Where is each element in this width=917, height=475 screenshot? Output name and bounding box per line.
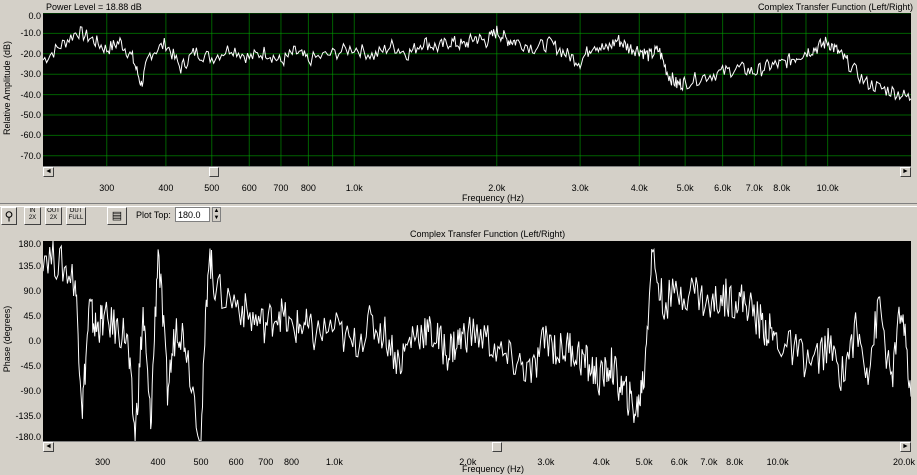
top-x-tick-12: 7.0k: [745, 183, 763, 193]
top-scroll-right-button[interactable]: ►: [900, 167, 911, 177]
bottom-scroll-right-button[interactable]: ►: [900, 442, 911, 452]
bottom-x-tick-15: 20.0k: [893, 457, 916, 467]
top-x-tick-13: 8.0k: [773, 183, 791, 193]
top-x-tick-5: 800: [300, 183, 316, 193]
bottom-x-tick-4: 700: [258, 457, 274, 467]
top-x-tick-14: 10.0k: [816, 183, 839, 193]
bottom-y-tick-8: -180.0: [15, 432, 41, 442]
bottom-x-tick-13: 8.0k: [726, 457, 744, 467]
bottom-y-tick-5: -45.0: [20, 361, 41, 371]
bottom-x-tick-10: 5.0k: [635, 457, 653, 467]
phase-series-0: [43, 241, 911, 441]
plot-top-label: Plot Top:: [136, 210, 171, 220]
bottom-scrollbar[interactable]: ◄ ►: [43, 441, 911, 453]
bottom-y-axis-label: Phase (degrees): [2, 305, 12, 373]
top-y-tick-0: 0.0: [28, 11, 41, 21]
top-chart-title: Complex Transfer Function (Left/Right): [757, 2, 913, 12]
bottom-y-tick-2: 90.0: [23, 286, 41, 296]
zoom-out-2x-button[interactable]: OUT 2X: [45, 207, 62, 225]
top-x-tick-7: 2.0k: [488, 183, 506, 193]
bottom-x-tick-12: 7.0k: [700, 457, 718, 467]
plot-top-input[interactable]: 180.0: [175, 207, 210, 222]
top-y-axis-label: Relative Amplitude (dB): [2, 40, 12, 135]
top-y-tick-2: -20.0: [20, 48, 41, 59]
list-icon: ▤: [111, 210, 123, 222]
top-scrollbar[interactable]: ◄ ►: [43, 166, 911, 178]
bottom-scroll-left-button[interactable]: ◄: [43, 442, 54, 452]
magnifier-icon: ⚲: [4, 209, 14, 223]
top-x-tick-0: 300: [99, 183, 115, 193]
top-y-tick-1: -10.0: [20, 28, 41, 39]
bottom-y-tick-1: 135.0: [18, 261, 41, 271]
bottom-x-tick-8: 3.0k: [537, 457, 555, 467]
bottom-x-tick-5: 800: [283, 457, 299, 467]
top-x-tick-9: 4.0k: [630, 183, 648, 193]
top-y-tick-4: -40.0: [20, 89, 41, 100]
bottom-y-tick-0: 180.0: [18, 239, 41, 249]
top-x-tick-4: 700: [273, 183, 289, 193]
spin-up-icon[interactable]: ▲: [214, 208, 220, 214]
bottom-y-tick-7: -135.0: [15, 411, 41, 421]
amplitude-series-0: [43, 25, 911, 102]
bottom-y-tick-3: 45.0: [23, 311, 41, 321]
top-x-tick-6: 1.0k: [345, 183, 363, 193]
top-x-tick-11: 6.0k: [714, 183, 732, 193]
panel-divider: [0, 203, 917, 207]
zoom-out-full-button[interactable]: OUT FULL: [66, 207, 86, 225]
zoom-full-label: OUT: [69, 208, 83, 214]
zoom-full-factor: FULL: [68, 215, 84, 221]
top-scroll-thumb[interactable]: [209, 167, 219, 177]
bottom-x-tick-9: 4.0k: [592, 457, 610, 467]
phase-plot[interactable]: [43, 241, 911, 441]
top-y-tick-5: -50.0: [20, 110, 41, 120]
bottom-chart-title: Complex Transfer Function (Left/Right): [410, 229, 566, 239]
power-level-readout: Power Level = 18.88 dB: [46, 2, 142, 12]
top-x-tick-2: 500: [204, 183, 220, 193]
top-x-tick-3: 600: [241, 183, 257, 193]
zoom-out-label: OUT: [47, 208, 60, 214]
bottom-x-tick-3: 600: [228, 457, 244, 467]
top-x-tick-1: 400: [158, 183, 174, 193]
spin-down-icon[interactable]: ▼: [214, 215, 220, 221]
view-options-button[interactable]: ▤: [107, 207, 127, 225]
zoom-in-label: IN: [29, 208, 36, 214]
bottom-x-tick-6: 1.0k: [325, 457, 343, 467]
top-x-tick-10: 5.0k: [676, 183, 694, 193]
bottom-x-tick-11: 6.0k: [670, 457, 688, 467]
zoom-out-factor: 2X: [49, 215, 58, 221]
bottom-x-tick-14: 10.0k: [766, 457, 789, 467]
top-y-tick-6: -60.0: [20, 130, 41, 141]
bottom-x-tick-2: 500: [193, 457, 209, 467]
top-y-tick-7: -70.0: [20, 150, 41, 161]
top-x-tick-8: 3.0k: [571, 183, 589, 193]
bottom-y-tick-4: 0.0: [28, 336, 41, 346]
bottom-x-axis-label: Frequency (Hz): [462, 464, 525, 474]
bottom-x-tick-1: 400: [150, 457, 166, 467]
zoom-in-factor: 2X: [28, 215, 37, 221]
bottom-y-tick-6: -90.0: [20, 386, 41, 396]
top-y-tick-3: -30.0: [20, 69, 41, 80]
bottom-x-tick-0: 300: [95, 457, 111, 467]
bottom-scroll-thumb[interactable]: [492, 442, 502, 452]
plot-top-spinner[interactable]: ▲ ▼: [212, 207, 221, 222]
top-scroll-left-button[interactable]: ◄: [43, 167, 54, 177]
amplitude-plot[interactable]: [43, 13, 911, 166]
zoom-tool-button[interactable]: ⚲: [1, 207, 17, 225]
zoom-in-2x-button[interactable]: IN 2X: [24, 207, 41, 225]
